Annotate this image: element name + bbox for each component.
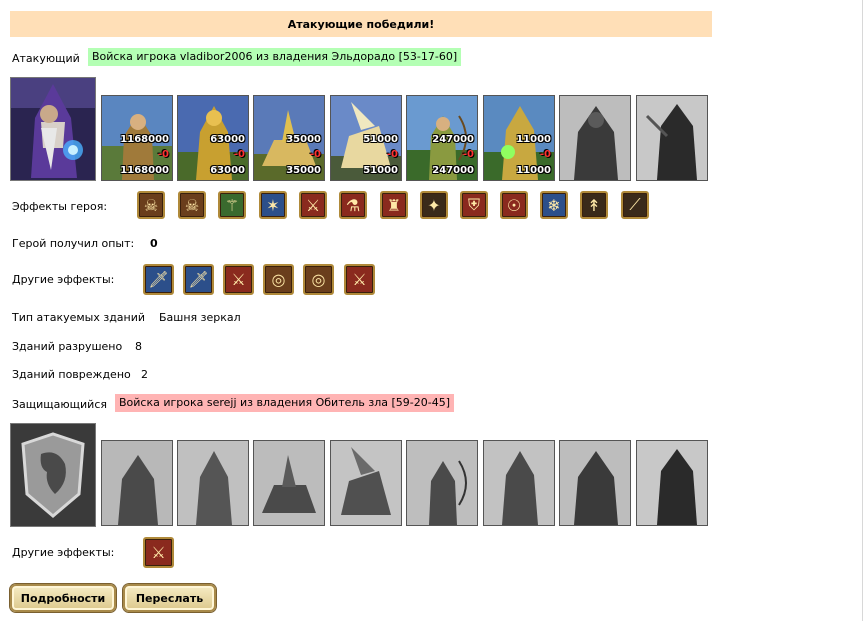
ear-effect-icon[interactable]: ☉ <box>500 191 528 219</box>
sword-effect-icon-2[interactable]: 🗡 <box>183 264 214 295</box>
attacker-unit-5[interactable]: 247000 -0 247000 <box>406 95 478 181</box>
sword-effect-icon[interactable]: 🗡 <box>143 264 174 295</box>
unit-count-after: 247000 <box>432 165 474 176</box>
unit-count-after: 51000 <box>363 165 398 176</box>
sword-shield-effect-icon-defender[interactable]: ⚔ <box>143 537 174 568</box>
attacker-label: Атакующий <box>12 52 80 65</box>
attacker-unit-3[interactable]: 35000 -0 35000 <box>253 95 325 181</box>
potion-effect-icon[interactable]: ⚗ <box>339 191 367 219</box>
battle-result-banner: Атакующие победили! <box>10 11 712 37</box>
top-line <box>0 0 866 2</box>
grey-warrior-unit-icon <box>560 441 630 525</box>
buildings-destroyed-label: Зданий разрушено <box>12 340 123 353</box>
attacker-unit-7-empty <box>559 95 631 181</box>
attacker-army-tag[interactable]: Войска игрока vladibor2006 из владения Э… <box>88 48 462 66</box>
buildings-destroyed-value: 8 <box>135 340 142 353</box>
grey-warrior-unit-icon <box>560 96 630 180</box>
attacker-hero-portrait[interactable] <box>10 77 96 181</box>
green-wand-effect-icon[interactable]: ⚚ <box>218 191 246 219</box>
details-button[interactable]: Подробности <box>10 584 116 612</box>
grey-archer-unit-icon <box>407 441 477 525</box>
attacker-unit-8-empty <box>636 95 708 181</box>
gold-coins-effect-icon[interactable]: ◎ <box>263 264 294 295</box>
purple-sparkle-effect-icon[interactable]: ✦ <box>420 191 448 219</box>
unit-count-after: 1168000 <box>120 165 169 176</box>
hero-exp-value: 0 <box>150 237 158 250</box>
unit-loss: -0 <box>539 149 551 160</box>
gold-coins-effect-icon-2[interactable]: ◎ <box>303 264 334 295</box>
hero-exp-label: Герой получил опыт: <box>12 237 135 250</box>
shield-effect-icon[interactable]: ⛨ <box>460 191 488 219</box>
unit-count-before: 11000 <box>516 134 551 145</box>
unit-count-before: 247000 <box>432 134 474 145</box>
building-type-label: Тип атакуемых зданий <box>12 311 146 324</box>
sword-shield-effect-icon[interactable]: ⚔ <box>223 264 254 295</box>
building-type-value: Башня зеркал <box>159 311 241 324</box>
defender-unit-4[interactable] <box>330 440 402 526</box>
grey-knight-unit-icon <box>178 441 248 525</box>
attacker-unit-1[interactable]: 1168000 -0 1168000 <box>101 95 173 181</box>
unit-loss: -0 <box>462 149 474 160</box>
grey-monk-unit-icon <box>484 441 554 525</box>
defender-unit-1[interactable] <box>101 440 173 526</box>
attacker-unit-6[interactable]: 11000 -0 11000 <box>483 95 555 181</box>
unit-count-before: 1168000 <box>120 134 169 145</box>
unit-loss: -0 <box>386 149 398 160</box>
defender-other-effects-label: Другие эффекты: <box>12 546 115 559</box>
grey-pegasus-unit-icon <box>331 441 401 525</box>
grey-reaper-unit-icon <box>637 96 707 180</box>
defender-unit-8[interactable] <box>636 440 708 526</box>
crossed-swords-effect-icon[interactable]: ⚔ <box>299 191 327 219</box>
wizard-portrait-icon <box>11 78 95 180</box>
grey-reaper-unit-icon <box>637 441 707 525</box>
blue-star-effect-icon[interactable]: ✶ <box>259 191 287 219</box>
skull-orb-effect-icon[interactable]: ☠ <box>178 191 206 219</box>
defender-army-tag[interactable]: Войска игрока serejj из владения Обитель… <box>115 394 455 412</box>
hero-effects-label: Эффекты героя: <box>12 200 108 213</box>
buildings-damaged-label: Зданий повреждено <box>12 368 131 381</box>
defender-unit-5[interactable] <box>406 440 478 526</box>
grey-dwarf-unit-icon <box>102 441 172 525</box>
forward-button[interactable]: Переслать <box>123 584 216 612</box>
right-border <box>862 0 863 621</box>
unit-loss: -0 <box>157 149 169 160</box>
defender-unit-3[interactable] <box>253 440 325 526</box>
unit-count-after: 63000 <box>210 165 245 176</box>
unit-count-after: 11000 <box>516 165 551 176</box>
unit-loss: -0 <box>309 149 321 160</box>
defender-portrait[interactable] <box>10 423 96 527</box>
unit-count-before: 63000 <box>210 134 245 145</box>
saw-blade-effect-icon[interactable]: ⟋ <box>621 191 649 219</box>
skull-scroll-effect-icon[interactable]: ☠ <box>137 191 165 219</box>
attacker-unit-4[interactable]: 51000 -0 51000 <box>330 95 402 181</box>
unit-loss: -0 <box>233 149 245 160</box>
spear-effect-icon[interactable]: ↟ <box>580 191 608 219</box>
buildings-damaged-value: 2 <box>141 368 148 381</box>
defender-unit-6[interactable] <box>483 440 555 526</box>
totem-effect-icon[interactable]: ♜ <box>380 191 408 219</box>
unit-count-before: 51000 <box>363 134 398 145</box>
defender-label: Защищающийся <box>12 398 107 411</box>
defender-unit-2[interactable] <box>177 440 249 526</box>
defender-unit-7[interactable] <box>559 440 631 526</box>
unit-count-after: 35000 <box>286 165 321 176</box>
sword-shield-effect-icon-2[interactable]: ⚔ <box>344 264 375 295</box>
grey-cavalry-unit-icon <box>254 441 324 525</box>
attacker-unit-2[interactable]: 63000 -0 63000 <box>177 95 249 181</box>
battle-result-text: Атакующие победили! <box>287 17 435 31</box>
other-effects-label: Другие эффекты: <box>12 273 115 286</box>
unit-count-before: 35000 <box>286 134 321 145</box>
ice-shard-effect-icon[interactable]: ❄ <box>540 191 568 219</box>
lion-crest-icon <box>11 424 95 526</box>
